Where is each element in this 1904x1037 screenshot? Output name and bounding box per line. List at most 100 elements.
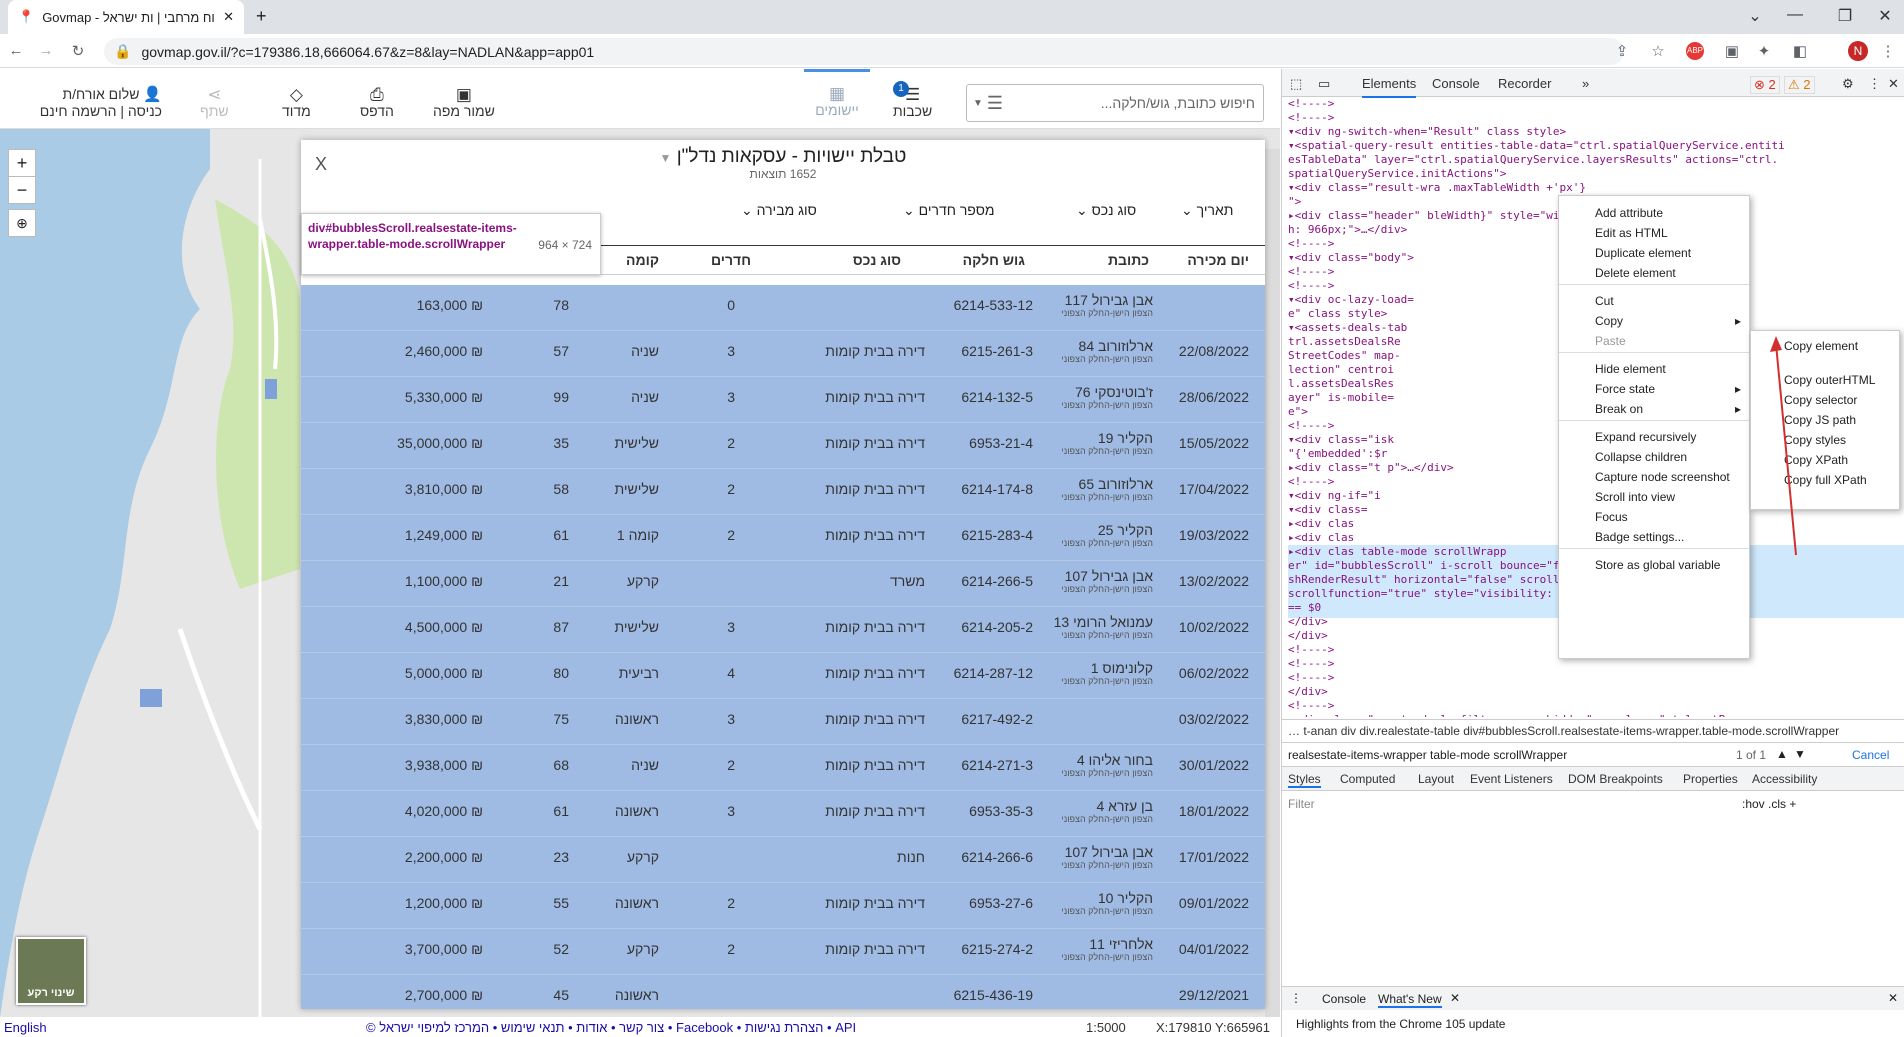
- close-drawer-tab-icon[interactable]: ✕: [1450, 991, 1460, 1005]
- context-menu-item[interactable]: Duplicate element: [1595, 246, 1691, 260]
- zoom-in-button[interactable]: +: [8, 149, 36, 177]
- dom-node-line[interactable]: ▸<div class="assets-deals-filter-popup h…: [1288, 713, 1904, 717]
- table-row[interactable]: 10/02/2022 עמנואל הרומי 13 הצפון הישן-החלק…: [301, 607, 1265, 653]
- styles-tab-dom-breakpoints[interactable]: DOM Breakpoints: [1568, 772, 1663, 786]
- table-body-scroll[interactable]: אבן גבירול 117 הצפון הישן-החלק הצפוני 6214…: [301, 285, 1265, 1009]
- reload-icon[interactable]: ↻: [68, 42, 88, 60]
- context-menu-item[interactable]: Add attribute: [1595, 206, 1663, 220]
- context-menu-item[interactable]: Capture node screenshot: [1595, 470, 1730, 484]
- table-row[interactable]: 18/01/2022 בן עזרא 4 הצפון הישן-החלק הצפונ…: [301, 791, 1265, 837]
- tab-recorder[interactable]: Recorder: [1498, 76, 1551, 91]
- tab-console[interactable]: Console: [1432, 76, 1480, 91]
- share-page-icon[interactable]: ⇪: [1612, 42, 1632, 60]
- styles-tab-event-listeners[interactable]: Event Listeners: [1470, 772, 1553, 786]
- profile-avatar[interactable]: N: [1848, 41, 1868, 61]
- col-property-type[interactable]: סוג נכס: [853, 252, 901, 268]
- zoom-extent-icon[interactable]: ⊕: [8, 209, 36, 237]
- close-drawer-icon[interactable]: ✕: [1888, 991, 1898, 1005]
- tab-elements[interactable]: Elements: [1362, 76, 1417, 98]
- layers-button[interactable]: ☰ שכבות 1: [893, 81, 932, 119]
- back-icon[interactable]: ←: [6, 42, 26, 59]
- close-window-button[interactable]: ✕: [1870, 6, 1900, 26]
- filter-date[interactable]: תאריך ⌄: [1181, 202, 1233, 219]
- zoom-out-button[interactable]: −: [8, 176, 36, 204]
- styles-tab-accessibility[interactable]: Accessibility: [1752, 772, 1817, 786]
- side-panel-icon[interactable]: ◧: [1790, 42, 1810, 60]
- inspect-element-icon[interactable]: ⬚: [1290, 76, 1302, 92]
- breadcrumb[interactable]: … t-anan div div.realestate-table div#bu…: [1282, 719, 1904, 741]
- extensions-puzzle-icon[interactable]: ✦: [1754, 42, 1774, 60]
- minimize-button[interactable]: —: [1780, 6, 1810, 24]
- context-menu-item[interactable]: Break on: [1595, 402, 1643, 416]
- context-menu-item[interactable]: Delete element: [1595, 266, 1676, 280]
- filter-rooms[interactable]: מספר חדרים ⌄: [903, 202, 995, 219]
- filter-sale-type[interactable]: סוג מבירה ⌄: [741, 202, 817, 219]
- styles-tab-layout[interactable]: Layout: [1418, 772, 1454, 786]
- context-menu-item[interactable]: Hide element: [1595, 362, 1666, 376]
- language-link[interactable]: English: [4, 1020, 47, 1035]
- context-menu-item[interactable]: Force state: [1595, 382, 1655, 396]
- context-menu-item[interactable]: Focus: [1595, 510, 1628, 524]
- context-menu-item[interactable]: Paste: [1595, 334, 1626, 348]
- context-menu-item[interactable]: Badge settings...: [1595, 530, 1684, 544]
- search-input[interactable]: חיפוש כתובת, גוש/חלקה...: [1007, 95, 1255, 111]
- table-row[interactable]: 29/12/2021 6215-436-19 ראשונה 45 ₪ 2,700,000: [301, 975, 1265, 1009]
- styles-filter-input[interactable]: Filter: [1288, 797, 1315, 811]
- basemap-switcher[interactable]: שינוי רקע: [16, 937, 86, 1005]
- styles-tab-styles[interactable]: Styles: [1288, 772, 1321, 788]
- device-toolbar-icon[interactable]: ▭: [1318, 76, 1330, 92]
- new-tab-button[interactable]: +: [256, 6, 267, 27]
- table-row[interactable]: 22/08/2022 ארלוזורוב 84 הצפון הישן-החלק הצ…: [301, 331, 1265, 377]
- save-map-button[interactable]: ▣ שמור מפה: [433, 86, 495, 119]
- styles-filter-tools[interactable]: :hov .cls +: [1742, 797, 1796, 811]
- styles-tab-properties[interactable]: Properties: [1683, 772, 1738, 786]
- close-devtools-icon[interactable]: ✕: [1888, 76, 1899, 92]
- context-menu-item[interactable]: Expand recursively: [1595, 430, 1696, 444]
- context-menu-item[interactable]: Copy: [1595, 314, 1623, 328]
- table-row[interactable]: אבן גבירול 117 הצפון הישן-החלק הצפוני 6214…: [301, 285, 1265, 331]
- table-row[interactable]: 09/01/2022 הקליר 10 הצפון הישן-החלק הצפוני…: [301, 883, 1265, 929]
- table-row[interactable]: 28/06/2022 ז'בוטינסקי 76 הצפון הישן-החלק ה…: [301, 377, 1265, 423]
- drawer-tab-console[interactable]: Console: [1322, 992, 1366, 1006]
- maximize-button[interactable]: ❐: [1830, 6, 1860, 26]
- tab-search-icon[interactable]: ⌄: [1740, 6, 1770, 26]
- find-input[interactable]: realsestate-items-wrapper table-mode scr…: [1288, 748, 1567, 762]
- share-button[interactable]: ⋖ שתף: [200, 86, 229, 119]
- table-row[interactable]: 19/03/2022 הקליר 25 הצפון הישן-החלק הצפוני…: [301, 515, 1265, 561]
- context-menu-item[interactable]: Scroll into view: [1595, 490, 1675, 504]
- table-row[interactable]: 06/02/2022 קלונימוס 1 הצפון הישן-החלק הצפו…: [301, 653, 1265, 699]
- context-menu-item[interactable]: Store as global variable: [1595, 558, 1720, 572]
- context-menu-item[interactable]: Collapse children: [1595, 450, 1687, 464]
- footer-links[interactable]: API • הצהרת נגישות • Facebook • צור קשר …: [366, 1020, 856, 1035]
- col-sale-date[interactable]: יום מכירה: [1187, 252, 1249, 268]
- drawer-menu-icon[interactable]: ⋮: [1290, 991, 1302, 1005]
- print-button[interactable]: ⎙ הדפס: [360, 86, 394, 119]
- address-bar[interactable]: 🔒 govmap.gov.il/?c=179386.18,666064.67&z…: [104, 38, 1624, 65]
- error-count[interactable]: ⊗ 2: [1750, 76, 1780, 94]
- styles-tab-computed[interactable]: Computed: [1340, 772, 1395, 786]
- table-row[interactable]: 30/01/2022 בחור אליהו 4 הצפון הישן-החלק הצ…: [301, 745, 1265, 791]
- context-menu-item[interactable]: Cut: [1595, 294, 1614, 308]
- settings-gear-icon[interactable]: ⚙: [1842, 76, 1854, 92]
- context-menu-item[interactable]: Edit as HTML: [1595, 226, 1668, 240]
- table-row[interactable]: 17/01/2022 אבן גבירול 107 הצפון הישן-החלק …: [301, 837, 1265, 883]
- bookmark-star-icon[interactable]: ☆: [1648, 42, 1668, 60]
- login-area[interactable]: 👤 שלום אורח/ת כניסה | הרשמה חינם: [12, 85, 162, 119]
- find-cancel-button[interactable]: Cancel: [1852, 748, 1889, 762]
- table-row[interactable]: 15/05/2022 הקליר 19 הצפון הישן-החלק הצפוני…: [301, 423, 1265, 469]
- forward-icon[interactable]: →: [36, 42, 56, 59]
- login-link[interactable]: כניסה | הרשמה חינם: [40, 103, 162, 119]
- chevron-down-icon[interactable]: ▼: [660, 151, 672, 165]
- warning-count[interactable]: ⚠ 2: [1784, 76, 1815, 94]
- col-floor[interactable]: קומה: [626, 252, 659, 268]
- drawer-tab-whats-new[interactable]: What's New: [1378, 992, 1442, 1008]
- search-box[interactable]: חיפוש כתובת, גוש/חלקה... ☰ ▼: [966, 84, 1264, 122]
- settlements-button[interactable]: ▦ יישומים: [804, 69, 870, 129]
- table-row[interactable]: 13/02/2022 אבן גבירול 107 הצפון הישן-החלק …: [301, 561, 1265, 607]
- hamburger-menu-icon[interactable]: ☰: [983, 93, 1007, 114]
- adblock-extension-icon[interactable]: ABP: [1686, 42, 1704, 60]
- filter-property-type[interactable]: סוג נכס ⌄: [1076, 202, 1136, 219]
- find-next-icon[interactable]: ▼: [1794, 747, 1806, 761]
- customize-menu-icon[interactable]: ⋮: [1868, 76, 1881, 92]
- col-rooms[interactable]: חדרים: [711, 252, 751, 268]
